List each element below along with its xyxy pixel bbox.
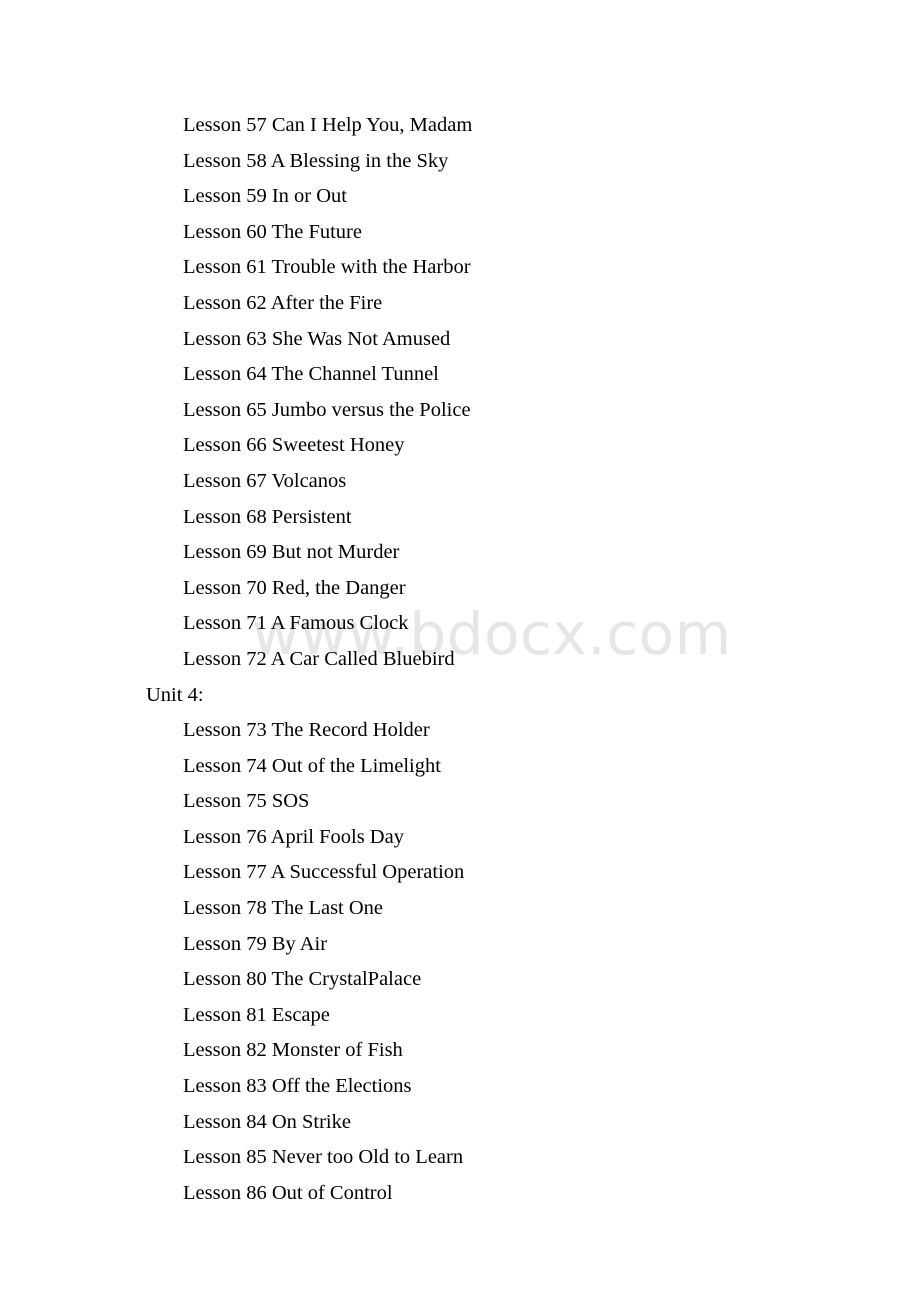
lesson-line: Lesson 73 The Record Holder (183, 719, 430, 742)
lesson-line: Lesson 78 The Last One (183, 897, 384, 920)
lesson-line: Lesson 63 She Was Not Amused (183, 327, 451, 350)
lesson-line: Lesson 57 Can I Help You, Madam (183, 114, 473, 136)
lesson-line: Lesson 85 Never too Old to Learn (183, 1146, 464, 1169)
lesson-line: Lesson 86 Out of Control (183, 1181, 393, 1204)
lesson-line: Lesson 60 The Future (183, 220, 362, 243)
lesson-line: Lesson 69 But not Murder (183, 541, 400, 564)
lesson-line: Lesson 71 A Famous Clock (183, 612, 409, 635)
document-page: www.bdocx.com Lesson 57 Can I Help You, … (0, 0, 920, 1302)
lesson-line: Lesson 61 Trouble with the Harbor (183, 256, 471, 279)
unit-heading: Unit 4: (146, 683, 204, 706)
lesson-line: Lesson 65 Jumbo versus the Police (183, 398, 471, 421)
lesson-line: Lesson 62 After the Fire (183, 291, 383, 314)
lesson-line: Lesson 74 Out of the Limelight (183, 754, 441, 777)
lesson-line: Lesson 79 By Air (183, 932, 328, 955)
lesson-line: Lesson 72 A Car Called Bluebird (183, 647, 455, 670)
lesson-line: Lesson 76 April Fools Day (183, 825, 404, 848)
lesson-line: Lesson 70 Red, the Danger (183, 576, 406, 599)
lesson-line: Lesson 75 SOS (183, 790, 310, 813)
lesson-line: Lesson 81 Escape (183, 1003, 330, 1026)
lesson-line: Lesson 67 Volcanos (183, 469, 347, 492)
lesson-line: Lesson 82 Monster of Fish (183, 1039, 403, 1062)
lesson-line: Lesson 84 On Strike (183, 1110, 351, 1133)
lesson-line: Lesson 80 The CrystalPalace (183, 968, 422, 991)
lesson-line: Lesson 59 In or Out (183, 185, 347, 208)
document-body: Lesson 57 Can I Help You, Madam Lesson 58… (0, 0, 920, 1211)
lesson-line: Lesson 68 Persistent (183, 505, 352, 528)
lesson-line: Lesson 64 The Channel Tunnel (183, 363, 439, 386)
lesson-line: Lesson 58 A Blessing in the Sky (183, 149, 449, 172)
lesson-line: Lesson 83 Off the Elections (183, 1075, 412, 1098)
lesson-line: Lesson 77 A Successful Operation (183, 861, 465, 884)
lesson-line: Lesson 66 Sweetest Honey (183, 434, 405, 457)
